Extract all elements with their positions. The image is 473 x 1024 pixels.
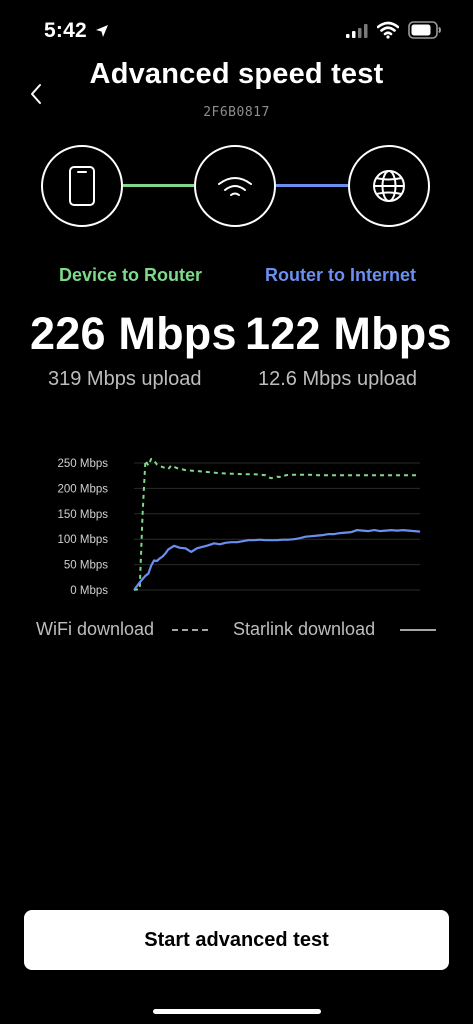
wifi-router-icon <box>218 177 252 196</box>
router-to-internet-upload: 12.6 Mbps upload <box>258 368 418 390</box>
speed-chart: 250 Mbps 200 Mbps 150 Mbps 100 Mbps 50 Mbps 0… <box>57 457 421 597</box>
router-to-internet-link <box>276 184 348 187</box>
router-node <box>194 145 276 227</box>
chart-y-tick-label: 50 Mbps <box>64 560 108 572</box>
legend-wifi-swatch <box>172 629 208 631</box>
start-advanced-test-button[interactable]: Start advanced test <box>24 910 449 970</box>
globe-icon <box>373 170 405 202</box>
cellular-signal-icon <box>346 24 368 38</box>
status-time: 5:42 <box>44 19 87 42</box>
chart-y-tick-label: 200 Mbps <box>57 483 108 495</box>
legend-starlink-swatch <box>400 629 436 631</box>
device-to-router-download: 226 Mbps <box>30 308 237 359</box>
internet-node <box>348 145 430 227</box>
home-indicator[interactable] <box>153 1009 321 1014</box>
battery-icon <box>408 21 441 39</box>
device-to-router-link <box>123 184 194 187</box>
chart-y-tick-label: 250 Mbps <box>57 458 108 470</box>
page-title: Advanced speed test <box>89 58 384 90</box>
status-bar: 5:42 <box>0 0 473 60</box>
router-to-internet-download: 122 Mbps <box>245 308 452 359</box>
device-to-router-label: Device to Router <box>59 265 203 285</box>
legend-starlink-label: Starlink download <box>233 619 376 639</box>
wifi-download-series <box>133 457 420 591</box>
phone-icon <box>69 166 95 206</box>
chart-y-tick-label: 100 Mbps <box>57 534 108 546</box>
chart-y-tick-label: 0 Mbps <box>70 585 108 597</box>
device-to-router-upload: 319 Mbps upload <box>48 368 202 390</box>
chart-y-tick-label: 150 Mbps <box>57 509 108 521</box>
router-to-internet-label: Router to Internet <box>265 265 416 285</box>
location-arrow-icon <box>96 25 108 37</box>
wifi-icon <box>377 21 399 39</box>
device-node <box>41 145 123 227</box>
legend-wifi-label: WiFi download <box>36 619 155 639</box>
device-id: 2F6B0817 <box>203 105 270 120</box>
